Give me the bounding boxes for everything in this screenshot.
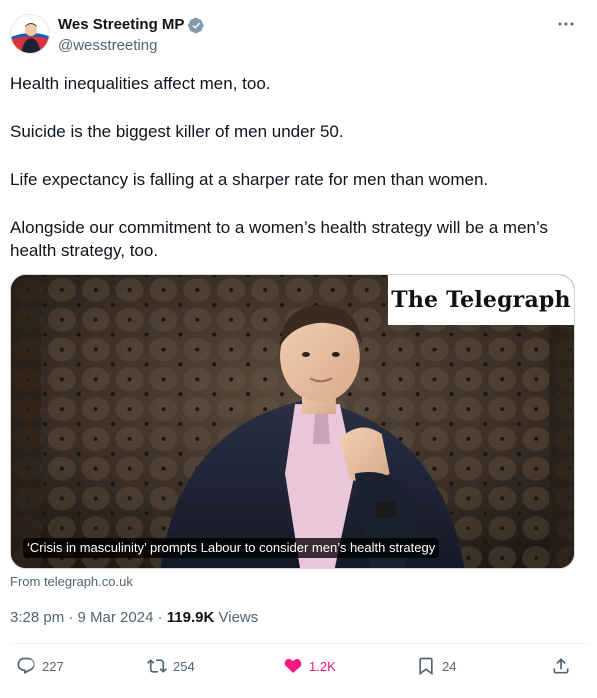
reply-icon xyxy=(17,657,35,674)
reply-button[interactable]: 227 xyxy=(16,652,64,680)
views-count: 119.9K xyxy=(166,609,215,626)
bookmark-button[interactable]: 24 xyxy=(416,652,456,680)
action-bar: 227 254 1.2K 24 xyxy=(0,652,597,680)
views-label: Views xyxy=(218,609,259,626)
like-count: 1.2K xyxy=(309,658,336,674)
author-row: Wes Streeting MP xyxy=(58,16,205,34)
author-handle[interactable]: @wesstreeting xyxy=(58,37,157,55)
avatar[interactable] xyxy=(10,14,50,54)
share-icon xyxy=(553,658,569,674)
tweet-paragraph: Life expectancy is falling at a sharper … xyxy=(10,170,489,189)
repost-icon xyxy=(147,659,167,673)
tweet-time[interactable]: 3:28 pm xyxy=(10,609,64,626)
share-button[interactable] xyxy=(551,652,571,680)
repost-button[interactable]: 254 xyxy=(147,652,195,680)
publisher-logo: The Telegraph xyxy=(388,275,574,325)
tweet-meta: 3:28 pm · 9 Mar 2024 · 119.9K Views xyxy=(10,608,258,628)
verified-badge-icon[interactable] xyxy=(188,17,205,34)
tweet-paragraph: Suicide is the biggest killer of men und… xyxy=(10,122,344,141)
bookmark-icon xyxy=(419,657,433,676)
repost-count: 254 xyxy=(173,658,195,674)
reply-count: 227 xyxy=(42,658,64,674)
meta-separator: · xyxy=(68,609,74,626)
avatar-image xyxy=(11,15,49,53)
tweet-text: Health inequalities affect men, too. Sui… xyxy=(10,72,580,262)
link-source[interactable]: From telegraph.co.uk xyxy=(10,574,133,590)
article-headline[interactable]: ‘Crisis in masculinity’ prompts Labour t… xyxy=(23,538,440,558)
link-card[interactable]: The Telegraph ‘Crisis in masculinity’ pr… xyxy=(10,274,575,569)
tweet-paragraph: Health inequalities affect men, too. xyxy=(10,74,271,93)
bookmark-count: 24 xyxy=(442,658,457,674)
meta-separator: · xyxy=(157,609,163,626)
tweet-date[interactable]: 9 Mar 2024 xyxy=(78,609,154,626)
like-button[interactable]: 1.2K xyxy=(283,652,336,680)
publisher-logo-text: The Telegraph xyxy=(391,287,571,313)
heart-icon xyxy=(284,659,302,673)
tweet-card: Wes Streeting MP @wesstreeting Health in… xyxy=(0,0,597,698)
more-options-icon[interactable] xyxy=(555,14,577,34)
tweet-paragraph: Alongside our commitment to a women’s he… xyxy=(10,218,548,260)
author-name[interactable]: Wes Streeting MP xyxy=(58,16,184,34)
divider xyxy=(10,643,589,644)
